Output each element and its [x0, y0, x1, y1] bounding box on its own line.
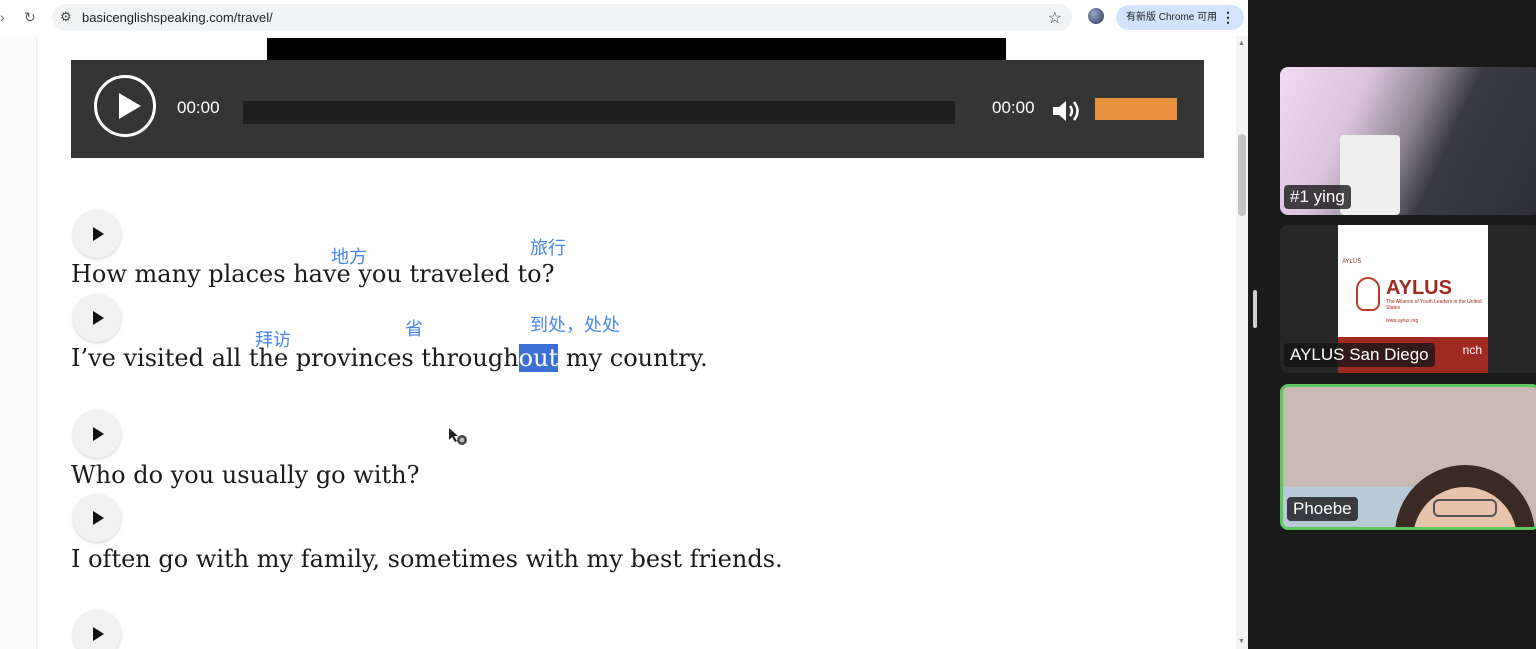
sentence-part: I’ve visited all the provinces through — [71, 344, 519, 372]
torch-logo-icon — [1356, 277, 1380, 311]
participant-tile[interactable]: AYLUS AYLUS The Alliance of Youth Leader… — [1280, 225, 1536, 373]
play-icon — [119, 93, 141, 119]
sentence-part: my country. — [558, 344, 708, 372]
play-icon — [93, 427, 104, 441]
participant-tile[interactable]: #1 ying — [1280, 67, 1536, 215]
chrome-update-button[interactable]: 有新版 Chrome 可用 ⋮ — [1116, 5, 1244, 30]
participant-name: AYLUS San Diego — [1284, 343, 1435, 367]
slide-url: www.aylus.org — [1386, 318, 1419, 324]
article-content: 00:00 00:00 地方 旅行 How many places have y… — [36, 36, 1236, 649]
profile-avatar[interactable] — [1088, 8, 1104, 24]
scroll-thumb[interactable] — [1238, 134, 1246, 216]
video-frame — [267, 38, 1006, 60]
volume-slider[interactable] — [1095, 98, 1177, 120]
play-button[interactable] — [94, 75, 156, 137]
bookmark-star-icon[interactable]: ☆ — [1048, 8, 1062, 28]
page-scrollbar[interactable]: ▲ ▼ — [1236, 36, 1248, 649]
audio-player: 00:00 00:00 — [71, 60, 1204, 158]
volume-icon[interactable] — [1051, 97, 1083, 125]
mouse-cursor-icon — [449, 428, 467, 445]
selected-text: out — [518, 344, 559, 372]
gloss-label: 旅行 — [530, 238, 566, 259]
duration-time: 00:00 — [992, 98, 1035, 117]
line-play-button[interactable] — [73, 210, 121, 258]
sentence-text: Who do you usually go with? — [71, 461, 420, 489]
panel-resize-handle[interactable] — [1253, 290, 1257, 328]
forward-icon[interactable]: › — [0, 9, 5, 25]
site-info-icon[interactable]: ⚙ — [60, 9, 72, 25]
sentence-text: I’ve visited all the provinces throughou… — [71, 344, 708, 372]
participant-name: Phoebe — [1287, 497, 1358, 521]
address-bar[interactable]: ⚙ basicenglishspeaking.com/travel/ ☆ — [52, 4, 1072, 31]
slide-footer-text: nch — [1462, 343, 1482, 357]
slide-brand: AYLUS — [1386, 277, 1452, 299]
participant-video — [1433, 499, 1497, 517]
line-play-button[interactable] — [73, 410, 121, 458]
play-icon — [93, 511, 104, 525]
gloss-label: 省 — [405, 319, 423, 340]
participants-panel: #1 ying AYLUS AYLUS The Alliance of Yout… — [1248, 0, 1536, 649]
url-text[interactable]: basicenglishspeaking.com/travel/ — [82, 10, 273, 25]
participant-tile-active[interactable]: Phoebe — [1280, 384, 1536, 530]
current-time: 00:00 — [177, 98, 220, 117]
line-play-button[interactable] — [73, 494, 121, 542]
web-page: 00:00 00:00 地方 旅行 How many places have y… — [0, 36, 1236, 649]
scroll-down-icon[interactable]: ▼ — [1238, 638, 1245, 645]
reload-icon[interactable]: ↻ — [24, 9, 36, 26]
line-play-button[interactable] — [73, 294, 121, 342]
browser-toolbar: › ↻ ⚙ basicenglishspeaking.com/travel/ ☆… — [0, 0, 1248, 36]
gloss-label: 到处，处处 — [530, 315, 620, 336]
play-icon — [93, 627, 104, 641]
participant-name: #1 ying — [1284, 185, 1351, 209]
sentence-text: How many places have you traveled to? — [71, 260, 555, 288]
volume-fill — [1095, 98, 1177, 120]
scroll-up-icon[interactable]: ▲ — [1238, 40, 1245, 47]
update-chip-label: 有新版 Chrome 可用 — [1126, 12, 1218, 23]
slide-org-text: AYLUS — [1342, 259, 1362, 265]
slide-tagline: The Alliance of Youth Leaders in the Uni… — [1386, 299, 1482, 311]
line-play-button[interactable] — [73, 610, 121, 649]
play-icon — [93, 311, 104, 325]
progress-bar[interactable] — [243, 101, 955, 124]
play-icon — [93, 227, 104, 241]
more-menu-icon[interactable]: ⋮ — [1221, 5, 1235, 30]
sentence-text: I often go with my family, sometimes wit… — [71, 545, 783, 573]
